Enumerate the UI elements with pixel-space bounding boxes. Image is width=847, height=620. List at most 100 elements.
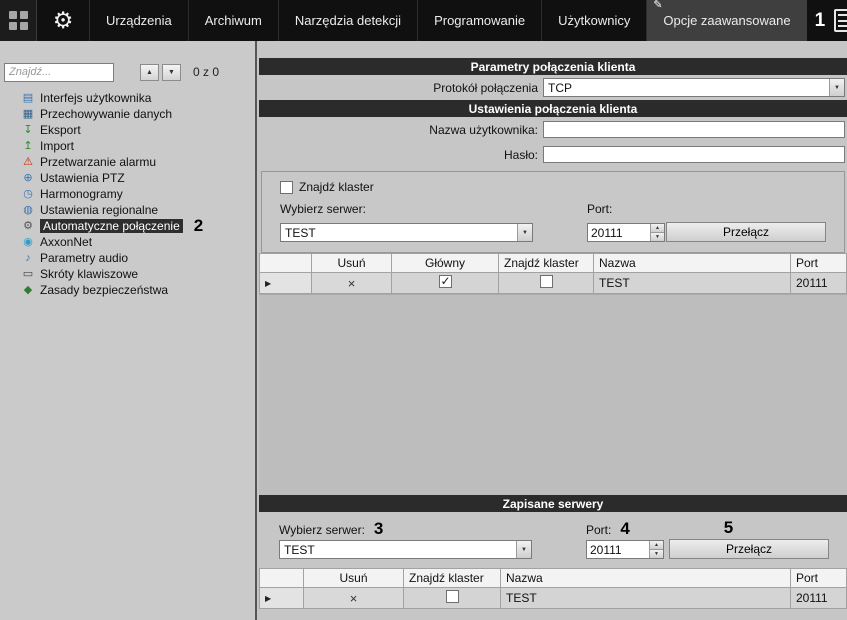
events-board-icon[interactable]	[834, 9, 847, 32]
sidebar-search-row: ▲ ▼ 0 z 0	[0, 62, 255, 82]
delete-server-button[interactable]: ×	[304, 588, 404, 609]
table-row: ▶ × TEST 20111	[260, 588, 847, 609]
sidebar-item-przetwarzanie-alarmu[interactable]: ⚠ Przetwarzanie alarmu	[0, 154, 255, 170]
port-stepper[interactable]: 20111 ▲ ▼	[587, 223, 665, 242]
sidebar-item-skroty-klawiszowe[interactable]: ▭ Skróty klawiszowe	[0, 266, 255, 282]
saved-port-value: 20111	[587, 541, 649, 558]
delete-server-button[interactable]: ×	[312, 273, 392, 294]
client-settings-header: Ustawienia połączenia klienta	[259, 100, 847, 117]
find-cluster-cell	[499, 273, 594, 294]
tree-item-label: Przechowywanie danych	[40, 107, 172, 121]
shortcuts-icon: ▭	[21, 267, 35, 281]
tab-opcje-zaawansowane[interactable]: ✎ Opcje zaawansowane	[646, 0, 806, 41]
sidebar-item-harmonogramy[interactable]: ◷ Harmonogramy	[0, 186, 255, 202]
select-server-label: Wybierz serwer:	[279, 523, 365, 537]
tree-item-label: Przetwarzanie alarmu	[40, 155, 156, 169]
tree-item-label: AxxonNet	[40, 235, 92, 249]
password-field[interactable]	[543, 146, 845, 163]
password-row: Hasło:	[259, 144, 847, 165]
find-cluster-checkbox[interactable]	[280, 181, 293, 194]
server-port-cell: 20111	[791, 588, 847, 609]
stepper-down-icon[interactable]: ▼	[651, 232, 664, 241]
username-field[interactable]	[543, 121, 845, 138]
security-icon: ◆	[21, 283, 35, 297]
axxonnet-icon: ◉	[21, 235, 35, 249]
row-selector-cell[interactable]: ▶	[260, 588, 304, 609]
chevron-down-icon[interactable]: ▼	[516, 541, 531, 558]
tree-item-label: Ustawienia PTZ	[40, 171, 125, 185]
select-server-label: Wybierz serwer:	[280, 202, 366, 216]
sidebar-item-ustawienia-regionalne[interactable]: ◍ Ustawienia regionalne	[0, 202, 255, 218]
saved-switch-button[interactable]: Przełącz	[669, 539, 829, 559]
settings-gear-icon[interactable]: ⚙	[37, 0, 89, 41]
pencil-icon: ✎	[653, 0, 662, 11]
switch-button[interactable]: Przełącz	[666, 222, 826, 242]
find-cluster-label: Znajdź klaster	[299, 180, 374, 194]
find-cluster-checkbox[interactable]	[446, 590, 459, 603]
search-input[interactable]	[4, 63, 114, 82]
app-launcher-button[interactable]	[0, 0, 37, 41]
saved-server-dropdown[interactable]: TEST ▼	[279, 540, 532, 559]
search-result-count: 0 z 0	[193, 65, 219, 79]
saved-servers-form: Wybierz serwer: 3 TEST ▼ Port: 4 20111	[259, 512, 847, 568]
table-header-row: Usuń Główny Znajdź klaster Nazwa Port	[260, 254, 847, 273]
import-icon: ↥	[21, 139, 35, 153]
sidebar-item-ustawienia-ptz[interactable]: ⊕ Ustawienia PTZ	[0, 170, 255, 186]
tab-narzedzia-detekcji[interactable]: Narzędzia detekcji	[278, 0, 417, 41]
bottom-spacer	[259, 609, 847, 620]
username-row: Nazwa użytkownika:	[259, 119, 847, 140]
tree-item-label: Ustawienia regionalne	[40, 203, 158, 217]
protocol-dropdown[interactable]: TCP ▼	[543, 78, 845, 97]
protocol-row: Protokół połączenia TCP ▼	[259, 77, 847, 98]
stepper-up-icon[interactable]: ▲	[650, 541, 663, 549]
tree-item-label: Eksport	[40, 123, 81, 137]
saved-port-stepper[interactable]: 20111 ▲ ▼	[586, 540, 664, 559]
username-label: Nazwa użytkownika:	[259, 123, 543, 137]
sidebar-item-parametry-audio[interactable]: ♪ Parametry audio	[0, 250, 255, 266]
sidebar-item-axxonnet[interactable]: ◉ AxxonNet	[0, 234, 255, 250]
sidebar-item-import[interactable]: ↥ Import	[0, 138, 255, 154]
sidebar-item-przechowywanie-danych[interactable]: ▦ Przechowywanie danych	[0, 106, 255, 122]
port-label: Port:	[586, 523, 611, 537]
tree-item-label: Parametry audio	[40, 251, 128, 265]
server-switch-panel: Znajdź klaster Wybierz serwer: TEST ▼ Po…	[261, 171, 845, 253]
stepper-up-icon[interactable]: ▲	[651, 224, 664, 232]
delete-column-header: Usuń	[312, 254, 392, 273]
find-cluster-checkbox[interactable]	[540, 275, 553, 288]
password-label: Hasło:	[259, 148, 543, 162]
annotation-marker-3: 3	[374, 519, 383, 539]
sidebar-item-interfejs-uzytkownika[interactable]: ▤ Interfejs użytkownika	[0, 90, 255, 106]
chevron-down-icon[interactable]: ▼	[829, 79, 844, 96]
name-column-header: Nazwa	[594, 254, 791, 273]
server-port-cell: 20111	[791, 273, 847, 294]
sidebar-item-zasady-bezpieczenstwa[interactable]: ◆ Zasady bezpieczeństwa	[0, 282, 255, 298]
alarm-icon: ⚠	[21, 155, 35, 169]
sidebar-item-automatyczne-polaczenie[interactable]: ⚙ Automatyczne połączenie 2	[0, 218, 255, 234]
annotation-marker-4: 4	[620, 519, 629, 539]
tab-urzadzenia[interactable]: Urządzenia	[89, 0, 188, 41]
port-label: Port:	[587, 202, 612, 216]
server-value: TEST	[281, 224, 517, 241]
chevron-down-icon[interactable]: ▼	[517, 224, 532, 241]
tab-archiwum[interactable]: Archiwum	[188, 0, 278, 41]
protocol-value: TCP	[544, 79, 829, 96]
settings-content: Parametry połączenia klienta Protokół po…	[259, 41, 847, 620]
main-checkbox[interactable]	[439, 275, 452, 288]
server-dropdown[interactable]: TEST ▼	[280, 223, 533, 242]
delete-column-header: Usuń	[304, 569, 404, 588]
row-selector-header	[260, 254, 312, 273]
tab-uzytkownicy[interactable]: Użytkownicy	[541, 0, 646, 41]
search-next-button[interactable]: ▼	[162, 64, 181, 81]
stepper-down-icon[interactable]: ▼	[650, 549, 663, 558]
app-window: ⚙ Urządzenia Archiwum Narzędzia detekcji…	[0, 0, 847, 620]
annotation-marker-1: 1	[815, 10, 826, 32]
tab-programowanie[interactable]: Programowanie	[417, 0, 541, 41]
interface-icon: ▤	[21, 91, 35, 105]
find-cluster-column-header: Znajdź klaster	[404, 569, 501, 588]
row-selector-cell[interactable]: ▶	[260, 273, 312, 294]
search-prev-button[interactable]: ▲	[140, 64, 159, 81]
main-cell	[392, 273, 499, 294]
sidebar-item-eksport[interactable]: ↧ Eksport	[0, 122, 255, 138]
server-name-cell: TEST	[594, 273, 791, 294]
tab-label: Opcje zaawansowane	[663, 13, 790, 28]
